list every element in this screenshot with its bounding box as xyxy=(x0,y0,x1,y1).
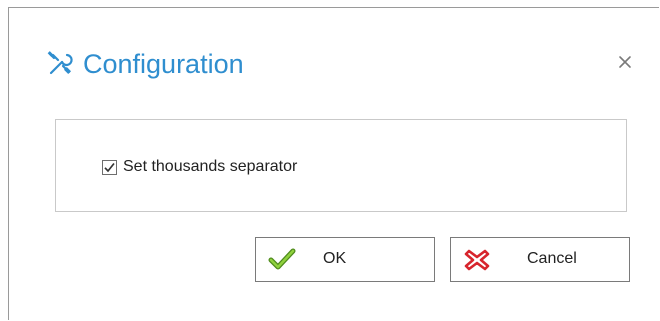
red-x-icon xyxy=(463,247,491,273)
close-icon xyxy=(618,55,632,74)
checkbox-check-icon xyxy=(104,162,115,172)
close-button[interactable] xyxy=(613,52,637,76)
ok-button[interactable]: OK xyxy=(255,237,435,282)
thousands-separator-option[interactable]: Set thousands separator xyxy=(102,158,297,176)
ok-button-label: OK xyxy=(323,250,347,267)
dialog-title: Configuration xyxy=(83,48,244,79)
dialog-header: Configuration xyxy=(45,46,244,82)
options-group: Set thousands separator xyxy=(55,119,627,212)
cancel-button[interactable]: Cancel xyxy=(450,237,630,282)
cancel-button-label: Cancel xyxy=(527,250,577,267)
tools-icon xyxy=(45,49,75,79)
configuration-dialog: Configuration Set thousands separator OK xyxy=(8,7,659,320)
thousands-separator-checkbox[interactable] xyxy=(102,159,117,175)
checkmark-icon xyxy=(268,247,296,273)
thousands-separator-label: Set thousands separator xyxy=(123,158,298,175)
